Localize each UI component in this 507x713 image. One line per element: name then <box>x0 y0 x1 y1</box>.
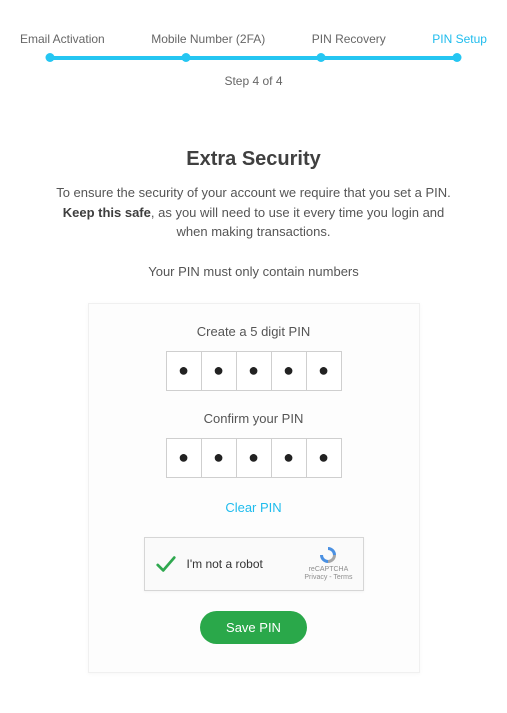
page-title: Extra Security <box>20 148 487 171</box>
create-pin-input-4[interactable]: ● <box>271 351 307 391</box>
stepper-dot <box>317 53 326 62</box>
confirm-pin-input-2[interactable]: ● <box>201 438 237 478</box>
stepper-dot <box>453 53 462 62</box>
confirm-pin-input-4[interactable]: ● <box>271 438 307 478</box>
intro-text: To ensure the security of your account w… <box>54 183 454 242</box>
intro-pre: To ensure the security of your account w… <box>56 185 451 200</box>
confirm-pin-input-1[interactable]: ● <box>166 438 202 478</box>
step-pin-setup: PIN Setup <box>432 32 487 46</box>
create-pin-input-1[interactable]: ● <box>166 351 202 391</box>
recaptcha-widget[interactable]: I'm not a robot reCAPTCHA Privacy - Term… <box>144 537 364 591</box>
progress-stepper: Email Activation Mobile Number (2FA) PIN… <box>20 32 487 88</box>
save-pin-button[interactable]: Save PIN <box>200 611 307 644</box>
pin-form-card: Create a 5 digit PIN ● ● ● ● ● Confirm y… <box>88 303 420 673</box>
step-counter: Step 4 of 4 <box>20 74 487 88</box>
step-mobile-2fa: Mobile Number (2FA) <box>151 32 265 46</box>
pin-rule: Your PIN must only contain numbers <box>20 264 487 279</box>
recaptcha-legal: Privacy - Terms <box>304 574 352 582</box>
create-pin-row: ● ● ● ● ● <box>89 351 419 391</box>
create-pin-label: Create a 5 digit PIN <box>89 324 419 339</box>
step-pin-recovery: PIN Recovery <box>312 32 386 46</box>
confirm-pin-row: ● ● ● ● ● <box>89 438 419 478</box>
intro-post: , as you will need to use it every time … <box>151 205 444 240</box>
create-pin-input-2[interactable]: ● <box>201 351 237 391</box>
stepper-dot <box>181 53 190 62</box>
create-pin-input-3[interactable]: ● <box>236 351 272 391</box>
recaptcha-brand: reCAPTCHA Privacy - Terms <box>304 545 352 583</box>
confirm-pin-input-3[interactable]: ● <box>236 438 272 478</box>
intro-emphasis: Keep this safe <box>63 205 151 220</box>
clear-pin-button[interactable]: Clear PIN <box>225 500 281 515</box>
recaptcha-logo-icon <box>315 545 341 565</box>
create-pin-input-5[interactable]: ● <box>306 351 342 391</box>
confirm-pin-label: Confirm your PIN <box>89 411 419 426</box>
stepper-dot <box>46 53 55 62</box>
recaptcha-brand-name: reCAPTCHA <box>304 566 352 574</box>
step-email-activation: Email Activation <box>20 32 105 46</box>
recaptcha-checkmark-icon <box>155 553 177 575</box>
confirm-pin-input-5[interactable]: ● <box>306 438 342 478</box>
recaptcha-label: I'm not a robot <box>187 557 305 571</box>
stepper-track <box>50 56 457 60</box>
